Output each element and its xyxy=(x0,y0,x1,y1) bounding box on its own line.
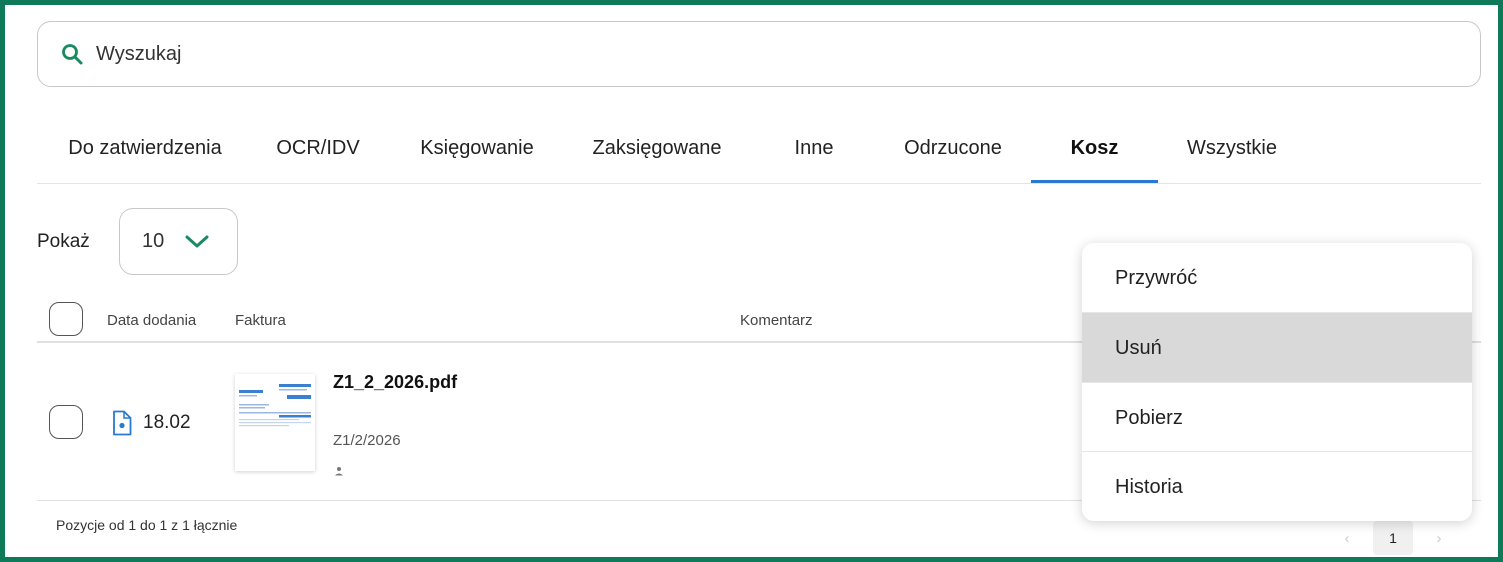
pagination-summary: Pozycje od 1 do 1 z 1 łącznie xyxy=(56,517,238,533)
tab-ocr-idv[interactable]: OCR/IDV xyxy=(271,117,365,183)
row-invoice-number: Z1/2/2026 xyxy=(333,432,401,449)
page-1-button[interactable]: 1 xyxy=(1373,521,1413,555)
document-preview-icon xyxy=(239,384,311,427)
tab-zaksiegowane[interactable]: Zaksięgowane xyxy=(584,117,730,183)
next-page-button[interactable]: › xyxy=(1419,521,1459,555)
tab-inne[interactable]: Inne xyxy=(787,117,841,183)
previous-page-button[interactable]: ‹ xyxy=(1327,521,1367,555)
chevron-down-icon xyxy=(185,235,209,247)
pagination: ‹ 1 › xyxy=(1327,521,1459,555)
menu-item-delete[interactable]: Usuń xyxy=(1082,313,1472,383)
search-icon xyxy=(62,44,83,65)
tab-do-zatwierdzenia[interactable]: Do zatwierdzenia xyxy=(59,117,231,183)
row-context-menu: Przywróć Usuń Pobierz Historia xyxy=(1082,243,1472,521)
select-all-checkbox[interactable] xyxy=(49,302,83,336)
invoice-thumbnail[interactable] xyxy=(235,374,315,471)
tab-kosz[interactable]: Kosz xyxy=(1031,117,1158,183)
document-icon xyxy=(113,410,132,436)
app-frame: Do zatwierdzenia OCR/IDV Księgowanie Zak… xyxy=(0,0,1503,562)
menu-item-history[interactable]: Historia xyxy=(1082,452,1472,521)
search-bar[interactable] xyxy=(37,21,1481,87)
tab-wszystkie[interactable]: Wszystkie xyxy=(1177,117,1287,183)
page-size-select[interactable]: 10 xyxy=(119,208,238,275)
tab-odrzucone[interactable]: Odrzucone xyxy=(895,117,1011,183)
page-size-label: Pokaż xyxy=(37,231,90,252)
column-header-date[interactable]: Data dodania xyxy=(107,312,196,329)
status-tabs: Do zatwierdzenia OCR/IDV Księgowanie Zak… xyxy=(37,117,1481,184)
row-date: 18.02 xyxy=(143,412,191,433)
column-header-comment[interactable]: Komentarz xyxy=(740,312,813,329)
search-input[interactable] xyxy=(96,42,1396,66)
menu-item-download[interactable]: Pobierz xyxy=(1082,383,1472,453)
row-checkbox[interactable] xyxy=(49,405,83,439)
column-header-invoice[interactable]: Faktura xyxy=(235,312,286,329)
user-icon xyxy=(335,467,343,476)
menu-item-restore[interactable]: Przywróć xyxy=(1082,243,1472,313)
page-size-value: 10 xyxy=(142,230,165,252)
row-filename[interactable]: Z1_2_2026.pdf xyxy=(333,372,457,393)
tab-ksiegowanie[interactable]: Księgowanie xyxy=(412,117,542,183)
